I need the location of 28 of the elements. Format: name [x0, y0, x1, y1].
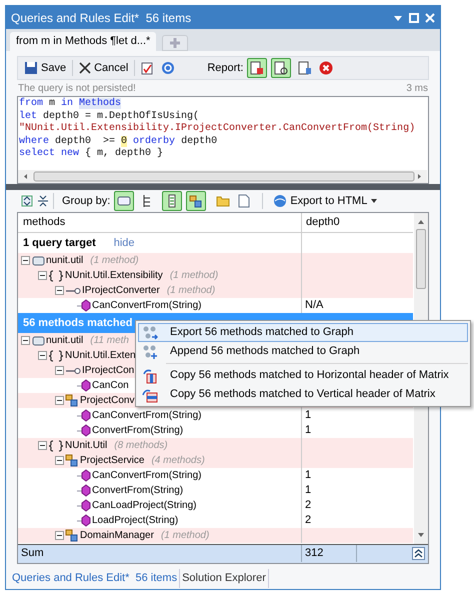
method-count: (4 methods)	[151, 454, 205, 468]
depth-value: 1	[305, 483, 312, 498]
depth-value: 2	[305, 498, 312, 514]
group-title: 56 methods matched	[23, 316, 132, 331]
method-count: (1 method)	[166, 284, 216, 298]
code-line: "NUnit.Util.Extensibility.IProjectConverter.CanConvertFrom(String)	[19, 123, 416, 136]
code-line: let depth0 = m.DepthOfIsUsing(	[19, 110, 200, 122]
status-message: The query is not persisted!	[18, 82, 136, 96]
sum-value: 312	[305, 546, 324, 562]
method-count: (1 method)	[160, 529, 210, 543]
method-count: (8 methods)	[114, 439, 168, 453]
depth-value: 1	[305, 423, 312, 438]
code-line: from m in Methods	[19, 98, 122, 110]
depth-value: 2	[305, 513, 312, 528]
method-count: (1 method)	[170, 269, 218, 283]
report-label: Report:	[207, 60, 244, 76]
window-title: Queries and Rules Edit* 56 items	[11, 10, 192, 26]
depth-value: 1	[305, 408, 312, 424]
code-line: select new { m, depth0 }	[19, 148, 164, 160]
method-count: (11 meth	[90, 334, 129, 348]
method-count: (1 method)	[90, 254, 139, 268]
depth-value: 1	[305, 468, 312, 484]
depth-value: N/A	[305, 298, 324, 314]
group-title: 1 query target	[23, 236, 96, 251]
group-by-label: Group by:	[62, 194, 110, 209]
query-time: 3 ms	[406, 82, 428, 96]
sum-label: Sum	[21, 546, 44, 562]
code-line: where depth0 >= 0 orderby depth0	[19, 136, 218, 148]
